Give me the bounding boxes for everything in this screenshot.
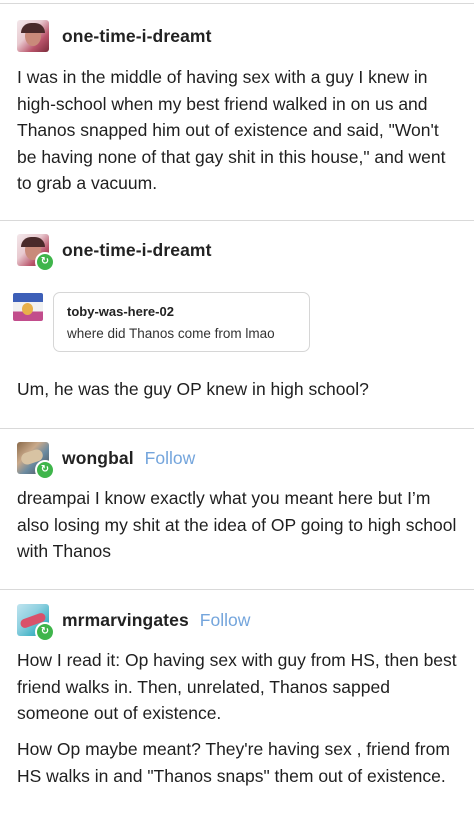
post-separator [0, 220, 474, 221]
follow-button[interactable]: Follow [145, 448, 196, 469]
quote-username[interactable]: toby-was-here-02 [67, 304, 174, 319]
post-separator [0, 589, 474, 590]
reblog-icon: ↻ [35, 460, 55, 480]
avatar[interactable]: ↻ [17, 442, 55, 480]
avatar[interactable]: ↻ [17, 604, 55, 642]
post-header: ↻ wongbal Follow [17, 441, 196, 480]
post-body: I was in the middle of having sex with a… [17, 67, 446, 193]
username[interactable]: mrmarvingates [62, 610, 189, 631]
post-body: How I read it: Op having sex with guy fr… [17, 650, 457, 723]
top-separator [0, 3, 474, 4]
post-header: one-time-i-dreamt [17, 19, 212, 53]
post-header: ↻ mrmarvingates Follow [17, 603, 251, 642]
username[interactable]: one-time-i-dreamt [62, 240, 212, 261]
avatar[interactable] [17, 20, 49, 52]
quote-text: where did Thanos come from lmao [67, 326, 275, 341]
avatar[interactable]: ↻ [17, 234, 55, 272]
post-body: dreampai I know exactly what you meant h… [17, 488, 457, 561]
post-body: Um, he was the guy OP knew in high schoo… [17, 379, 369, 399]
follow-button[interactable]: Follow [200, 610, 251, 631]
username[interactable]: wongbal [62, 448, 134, 469]
post-separator [0, 428, 474, 429]
quoted-reply[interactable]: toby-was-here-02 where did Thanos come f… [53, 292, 310, 352]
reblog-icon: ↻ [35, 622, 55, 642]
reblog-icon: ↻ [35, 252, 55, 272]
username[interactable]: one-time-i-dreamt [62, 26, 212, 47]
post-body: How Op maybe meant? They're having sex ,… [17, 739, 450, 786]
quote-avatar[interactable] [13, 293, 43, 321]
post-header: ↻ one-time-i-dreamt [17, 233, 212, 272]
